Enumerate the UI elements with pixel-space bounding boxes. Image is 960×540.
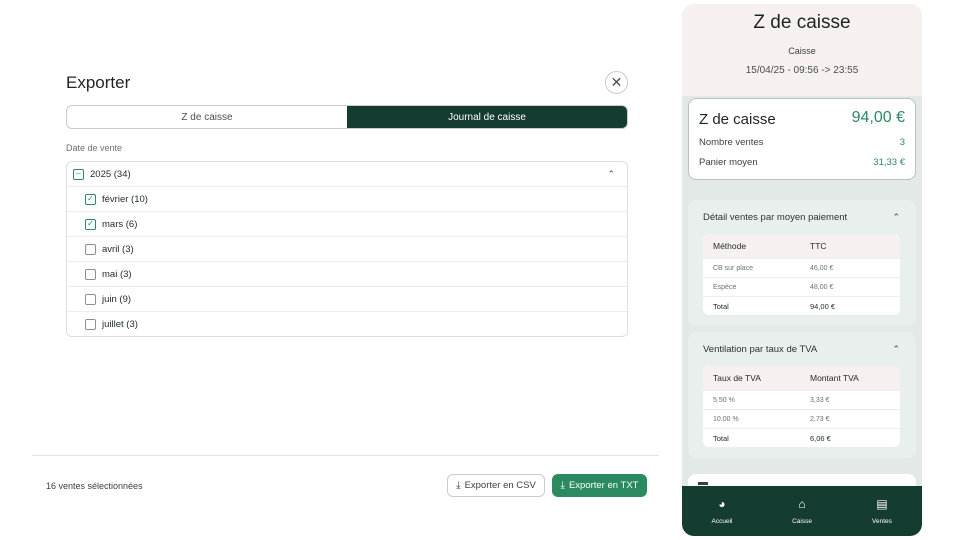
close-icon: ✕ xyxy=(610,74,623,90)
table-row: Espèce 48,00 € xyxy=(703,277,900,296)
receipt-title: Z de caisse xyxy=(753,12,851,33)
page: Exporter ✕ Z de caisse Journal de caisse… xyxy=(0,0,960,540)
date-tree: – 2025 (34) ⌃ ✓ février (10) ✓ mars (6) … xyxy=(66,161,628,337)
section-label-date: Date de vente xyxy=(66,143,123,153)
vat-breakdown-title: Ventilation par taux de TVA xyxy=(703,344,818,355)
download-icon: ⤓ xyxy=(560,480,565,491)
month-checkbox[interactable]: ✓ xyxy=(85,193,96,205)
table-row: CB sur place 46,00 € xyxy=(703,258,900,277)
summary-row-value: 31,33 € xyxy=(873,157,905,168)
download-icon: ⤓ xyxy=(456,480,461,491)
export-txt-label: Exporter en TXT xyxy=(568,480,639,491)
vat-table: Taux de TVA Montant TVA 5.50 % 3,33 € 10… xyxy=(703,366,900,447)
nav-item-ventes[interactable]: ▤ Ventes xyxy=(842,486,922,536)
nav-item-caisse[interactable]: ⌂ Caisse xyxy=(762,486,842,536)
receipt-date-range: 15/04/25 - 09:56 -> 23:55 xyxy=(745,65,859,76)
summary-row-label: Panier moyen xyxy=(699,157,758,168)
chevron-up-icon[interactable]: ⌃ xyxy=(892,344,900,355)
payment-detail-card: Détail ventes par moyen paiement ⌃ Métho… xyxy=(688,200,916,326)
col-header: Méthode xyxy=(713,241,747,251)
month-label: février (10) xyxy=(102,193,148,205)
month-label: mars (6) xyxy=(102,218,138,230)
col-header: Montant TVA xyxy=(810,373,859,383)
table-row: 10.00 % 2,73 € xyxy=(703,409,900,428)
export-txt-button[interactable]: ⤓ Exporter en TXT xyxy=(552,474,647,497)
nav-label: Caisse xyxy=(792,517,812,525)
export-csv-label: Exporter en CSV xyxy=(464,480,536,491)
table-header: Taux de TVA Montant TVA xyxy=(703,366,900,390)
tree-month[interactable]: ✓ mars (6) xyxy=(67,212,627,237)
year-checkbox[interactable]: – xyxy=(73,168,84,180)
pie-chart-icon: ◕ xyxy=(718,496,726,511)
summary-row-label: Nombre ventes xyxy=(699,137,764,148)
summary-row-value: 3 xyxy=(899,137,905,148)
receipt-icon: ▤ xyxy=(876,496,888,511)
table-cell: Espèce xyxy=(713,283,737,291)
bottom-nav: ◕ Accueil ⌂ Caisse ▤ Ventes xyxy=(682,486,922,536)
month-checkbox[interactable] xyxy=(85,243,96,255)
receipt-panel: Z de caisse Caisse 15/04/25 - 09:56 -> 2… xyxy=(682,4,922,536)
card-icon xyxy=(698,482,708,485)
receipt-header: Z de caisse Caisse 15/04/25 - 09:56 -> 2… xyxy=(682,4,922,96)
chevron-up-icon[interactable]: ⌃ xyxy=(607,169,615,180)
summary-amount: 94,00 € xyxy=(851,109,905,126)
col-header: Taux de TVA xyxy=(713,373,761,383)
month-label: juin (9) xyxy=(102,293,132,305)
table-cell: 2,73 € xyxy=(810,415,830,423)
tree-month[interactable]: avril (3) xyxy=(67,237,627,262)
table-cell: 5.50 % xyxy=(713,396,735,404)
summary-row: Panier moyen 31,33 € xyxy=(699,157,905,168)
tree-month[interactable]: mai (3) xyxy=(67,262,627,287)
table-cell: 6,06 € xyxy=(810,433,831,443)
month-checkbox[interactable]: ✓ xyxy=(85,218,96,230)
table-cell: 46,00 € xyxy=(810,264,834,272)
month-label: juillet (3) xyxy=(102,319,138,330)
table-header: Méthode TTC xyxy=(703,234,900,258)
payment-detail-title: Détail ventes par moyen paiement xyxy=(703,212,848,223)
close-button[interactable]: ✕ xyxy=(605,71,628,94)
table-cell: 3,33 € xyxy=(810,396,830,404)
tree-month[interactable]: ✓ février (10) xyxy=(67,187,627,212)
modal-title: Exporter xyxy=(66,73,131,92)
tree-month[interactable]: juillet (3) xyxy=(67,312,627,336)
selected-count: 16 ventes sélectionnées xyxy=(46,481,143,491)
month-checkbox[interactable] xyxy=(85,293,96,305)
table-cell: 10.00 % xyxy=(713,415,739,423)
table-cell: 94,00 € xyxy=(810,301,836,311)
month-label: avril (3) xyxy=(102,243,134,255)
month-checkbox[interactable] xyxy=(85,319,96,330)
summary-row: Nombre ventes 3 xyxy=(699,137,905,148)
tab-z-de-caisse[interactable]: Z de caisse xyxy=(67,106,347,128)
footer-divider xyxy=(32,455,659,456)
col-header: TTC xyxy=(810,241,827,251)
month-checkbox[interactable] xyxy=(85,268,96,280)
table-row-total: Total 94,00 € xyxy=(703,296,900,315)
basket-icon: ⌂ xyxy=(798,496,806,511)
nav-label: Accueil xyxy=(711,517,733,525)
summary-title: Z de caisse xyxy=(699,111,776,128)
table-row-total: Total 6,06 € xyxy=(703,428,900,447)
nav-label: Ventes xyxy=(872,517,892,525)
table-row: 5.50 % 3,33 € xyxy=(703,390,900,409)
table-cell: Total xyxy=(713,433,729,443)
summary-card: Z de caisse 94,00 € Nombre ventes 3 Pani… xyxy=(688,98,916,180)
year-label: 2025 (34) xyxy=(90,168,131,180)
nav-item-accueil[interactable]: ◕ Accueil xyxy=(682,486,762,536)
tree-year-2025[interactable]: – 2025 (34) ⌃ xyxy=(67,162,627,187)
chevron-up-icon[interactable]: ⌃ xyxy=(892,212,900,223)
tree-month[interactable]: juin (9) xyxy=(67,287,627,312)
tab-journal-de-caisse[interactable]: Journal de caisse xyxy=(347,106,627,128)
table-cell: CB sur place xyxy=(713,264,754,272)
table-cell: 48,00 € xyxy=(810,283,834,291)
export-csv-button[interactable]: ⤓ Exporter en CSV xyxy=(447,474,545,497)
export-type-tabs: Z de caisse Journal de caisse xyxy=(66,105,628,129)
vat-breakdown-card: Ventilation par taux de TVA ⌃ Taux de TV… xyxy=(688,332,916,458)
payment-table: Méthode TTC CB sur place 46,00 € Espèce … xyxy=(703,234,900,315)
month-label: mai (3) xyxy=(102,268,132,280)
table-cell: Total xyxy=(713,301,729,311)
receipt-subtitle: Caisse xyxy=(788,46,816,56)
